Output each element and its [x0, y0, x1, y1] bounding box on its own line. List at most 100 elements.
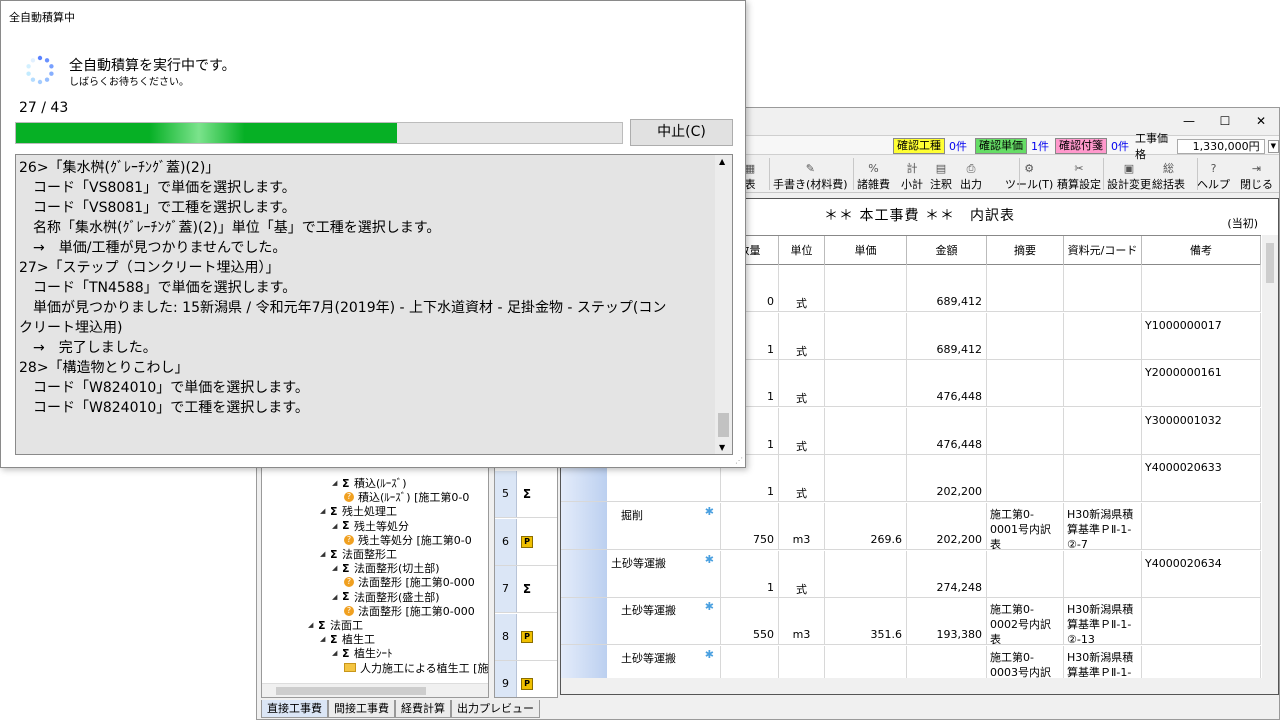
header-source[interactable]: 資料元/コード: [1064, 236, 1142, 265]
expand-triangle-icon[interactable]: ◢: [332, 564, 342, 572]
expand-triangle-icon[interactable]: ◢: [332, 593, 342, 601]
cell-amount[interactable]: 274,248: [907, 550, 987, 597]
confirm-price-count[interactable]: 1件: [1031, 138, 1049, 154]
cell-unit[interactable]: 式: [779, 455, 825, 502]
cell-note[interactable]: [987, 407, 1064, 454]
header-amount[interactable]: 金額: [907, 236, 987, 265]
bottom-tab-3[interactable]: 出力プレビュー: [451, 700, 540, 718]
bottom-tab-1[interactable]: 間接工事費: [328, 700, 395, 718]
cell-qty[interactable]: 750: [721, 503, 779, 549]
row-number-cell[interactable]: 8P: [495, 613, 557, 661]
cell-amount[interactable]: 689,412: [907, 312, 987, 359]
cell-remark[interactable]: [1142, 503, 1261, 549]
bottom-tab-0[interactable]: 直接工事費: [261, 700, 328, 718]
cell-unit[interactable]: m3: [779, 598, 825, 645]
cell-price[interactable]: [825, 360, 907, 407]
scroll-down-icon[interactable]: ▼: [719, 443, 725, 452]
cell-remark[interactable]: Y3000001032: [1142, 407, 1261, 454]
confirm-work-count[interactable]: 0件: [949, 138, 967, 154]
header-unit[interactable]: 単位: [779, 236, 825, 265]
scroll-thumb[interactable]: [276, 687, 426, 695]
cell-note[interactable]: [987, 312, 1064, 359]
scroll-thumb[interactable]: [1266, 243, 1274, 283]
confirm-attach-count[interactable]: 0件: [1111, 138, 1129, 154]
confirm-price-badge[interactable]: 確認単価: [975, 138, 1027, 154]
cell-price[interactable]: 351.6: [825, 598, 907, 645]
tree-node[interactable]: 人力施工による植生工 [施: [344, 661, 488, 675]
cell-price[interactable]: [825, 265, 907, 311]
cell-amount[interactable]: 202,200: [907, 503, 987, 549]
cell-source[interactable]: [1064, 312, 1142, 359]
tree-node[interactable]: ◢ Σ 残土処理工: [320, 504, 397, 519]
log-vertical-scrollbar[interactable]: ▲ ▼: [715, 155, 732, 454]
toolbar-button-3[interactable]: 計小計: [901, 157, 923, 191]
table-row[interactable]: 土砂等運搬 ✱ 550 m3 351.6 193,380 施工第0-0002号内訳表 H30新…: [561, 598, 1261, 646]
tree-node[interactable]: ? 積込(ﾙｰｽﾞ) [施工第0-0: [344, 490, 469, 504]
close-button[interactable]: ✕: [1243, 108, 1279, 134]
cell-amount[interactable]: 202,200: [907, 455, 987, 502]
toolbar-button-5[interactable]: ⎙ 出力: [960, 157, 982, 191]
confirm-work-badge[interactable]: 確認工種: [893, 138, 945, 154]
cell-remark[interactable]: Y2000000161: [1142, 360, 1261, 407]
toolbar-button-10[interactable]: ? ヘルプ: [1197, 157, 1230, 191]
expand-triangle-icon[interactable]: ◢: [320, 635, 330, 643]
cell-amount[interactable]: 193,380: [907, 598, 987, 645]
cell-unit[interactable]: m3: [779, 503, 825, 549]
cell-source[interactable]: [1064, 407, 1142, 454]
row-number-cell[interactable]: 5Σ: [495, 471, 557, 518]
expand-triangle-icon[interactable]: ◢: [332, 522, 342, 530]
expand-triangle-icon[interactable]: ◢: [320, 550, 330, 558]
toolbar-button-8[interactable]: ▣ 設計変更: [1107, 157, 1151, 191]
log-area[interactable]: 26>「集水桝(ｸﾞﾚｰﾁﾝｸﾞ蓋)(2)」 コード「VS8081」で単価を選択…: [15, 154, 733, 455]
cell-unit[interactable]: 式: [779, 550, 825, 597]
cell-unit[interactable]: 式: [779, 265, 825, 311]
tree-node[interactable]: ? 残土等処分 [施工第0-0: [344, 533, 472, 547]
cell-source[interactable]: [1064, 360, 1142, 407]
bottom-tab-2[interactable]: 経費計算: [395, 700, 451, 718]
table-row[interactable]: 土砂等運搬 ✱ 1 式 274,248 Y4000020634: [561, 550, 1261, 598]
tree-node[interactable]: ◢ Σ 積込(ﾙｰｽﾞ): [332, 476, 407, 491]
cell-note[interactable]: [987, 455, 1064, 502]
scroll-up-icon[interactable]: ▲: [719, 157, 725, 166]
sheet-vertical-scrollbar[interactable]: [1262, 235, 1278, 680]
cell-price[interactable]: 269.6: [825, 503, 907, 549]
expand-triangle-icon[interactable]: ◢: [332, 649, 342, 657]
cell-price[interactable]: [825, 455, 907, 502]
expand-triangle-icon[interactable]: ◢: [308, 621, 318, 629]
confirm-work-group[interactable]: 確認工種 0件: [893, 138, 967, 154]
resize-grip-icon[interactable]: ⋰: [735, 456, 743, 465]
header-note[interactable]: 摘要: [987, 236, 1064, 265]
cell-unit[interactable]: 式: [779, 360, 825, 407]
toolbar-button-11[interactable]: ⇥ 閉じる: [1240, 157, 1273, 191]
tree-node[interactable]: ? 法面整形 [施工第0-000: [344, 604, 475, 618]
scroll-thumb[interactable]: [718, 413, 729, 437]
tree-node[interactable]: ◢ Σ 植生ｼｰﾄ: [332, 646, 393, 661]
cell-unit[interactable]: 式: [779, 312, 825, 359]
row-number-cell[interactable]: 9P: [495, 661, 557, 697]
tree-horizontal-scrollbar[interactable]: [262, 683, 488, 697]
cell-note[interactable]: [987, 550, 1064, 597]
confirm-attach-group[interactable]: 確認付箋 0件: [1055, 138, 1129, 154]
tree-node[interactable]: ◢ Σ 法面整形工: [320, 547, 397, 562]
expand-triangle-icon[interactable]: ◢: [320, 507, 330, 515]
cell-note[interactable]: 施工第0-0001号内訳表: [987, 503, 1064, 551]
toolbar-button-1[interactable]: ✎ 手書き(材料費): [773, 157, 848, 191]
cell-source[interactable]: [1064, 455, 1142, 502]
expand-triangle-icon[interactable]: ◢: [332, 479, 342, 487]
toolbar-button-9[interactable]: 総総括表: [1152, 157, 1185, 191]
cell-remark[interactable]: Y4000020633: [1142, 455, 1261, 502]
stop-button[interactable]: 中止(C): [630, 119, 733, 146]
toolbar-button-7[interactable]: ✂ 積算設定: [1057, 157, 1101, 191]
cell-unit[interactable]: 式: [779, 407, 825, 454]
row-number-cell[interactable]: 6P: [495, 518, 557, 566]
cell-source[interactable]: [1064, 550, 1142, 597]
cell-amount[interactable]: 689,412: [907, 265, 987, 311]
header-price[interactable]: 単価: [825, 236, 907, 265]
tree-node[interactable]: ◢ Σ 法面整形(切土部): [332, 561, 440, 576]
cell-qty[interactable]: 1: [721, 550, 779, 597]
cell-name[interactable]: 土砂等運搬 ✱: [607, 598, 721, 645]
tree-node[interactable]: ◢ Σ 植生工: [320, 632, 375, 647]
cell-source[interactable]: H30新潟県積算基準ＰⅡ-1-②-7: [1064, 503, 1142, 551]
cell-price[interactable]: [825, 407, 907, 454]
cell-amount[interactable]: 476,448: [907, 360, 987, 407]
